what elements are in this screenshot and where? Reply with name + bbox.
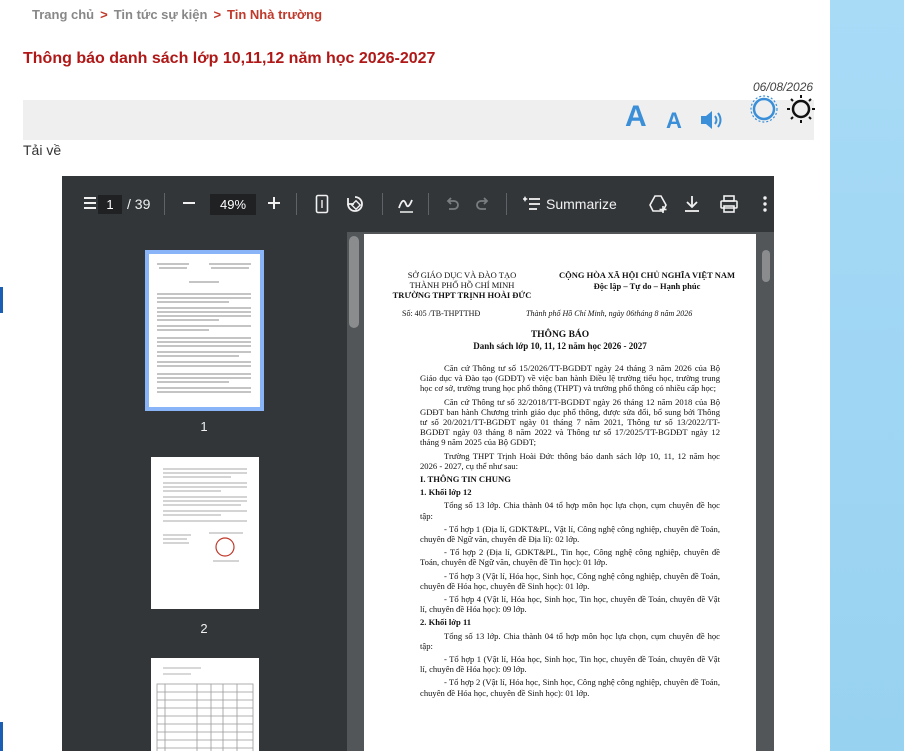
font-increase-button[interactable]: A: [625, 100, 647, 134]
left-edge-marker: [0, 722, 3, 751]
pdf-page: SỞ GIÁO DỤC VÀ ĐÀO TẠO THÀNH PHỐ HỒ CHÍ …: [364, 234, 756, 751]
summarize-button[interactable]: Summarize: [546, 196, 617, 212]
more-options-icon[interactable]: [762, 195, 768, 213]
document-subtitle: Danh sách lớp 10, 11, 12 năm học 2026 - …: [473, 341, 647, 351]
page-total: / 39: [127, 196, 151, 212]
paragraph: Tổng số 13 lớp. Chia thành 04 tổ hợp môn…: [420, 630, 720, 651]
list-item: - Tổ hợp 1 (Vật lí, Hóa học, Sinh học, T…: [420, 654, 720, 675]
nation-name: CỘNG HÒA XÃ HỘI CHỦ NGHĨA VIỆT NAM: [558, 270, 736, 280]
thumbnail-page-1[interactable]: [145, 250, 264, 411]
subsection-heading: 2. Khối lớp 11: [420, 617, 472, 628]
page-title: Thông báo danh sách lớp 10,11,12 năm học…: [23, 50, 436, 67]
draw-icon[interactable]: [397, 194, 415, 214]
left-edge-marker: [0, 287, 3, 313]
list-item: - Tổ hợp 2 (Vật lí, Hóa học, Sinh học, C…: [420, 677, 720, 698]
download-icon[interactable]: [684, 195, 700, 213]
thumbnail-label: 2: [200, 621, 208, 636]
breadcrumb-home[interactable]: Trang chủ: [32, 7, 94, 22]
pdf-toolbar: 1 / 39 49% Summarize: [62, 176, 774, 232]
document-number: Số: 405 /TB-THPTTHĐ: [402, 309, 481, 318]
toolbar-divider: [506, 193, 507, 215]
right-side-panel: [830, 0, 904, 751]
breadcrumb: Trang chủ > Tin tức sự kiện > Tin Nhà trường: [32, 7, 322, 22]
section-heading: I. THÔNG TIN CHUNG: [420, 474, 511, 485]
zoom-out-icon[interactable]: [182, 196, 196, 210]
school-name: TRƯỜNG THPT TRỊNH HOÀI ĐỨC: [392, 290, 532, 300]
national-header: CỘNG HÒA XÃ HỘI CHỦ NGHĨA VIỆT NAM Độc l…: [552, 270, 742, 292]
thumbnail-page-2[interactable]: [151, 457, 259, 609]
font-decrease-button[interactable]: A: [666, 108, 682, 134]
toolbar-divider: [296, 193, 297, 215]
document-body: Căn cứ Thông tư số 15/2026/TT-BGDĐT ngày…: [420, 363, 720, 701]
pdf-viewer: 1 / 39 49% Summarize 1 2 SỞ GIÁO DỤC VÀ …: [62, 176, 774, 751]
zoom-input[interactable]: 49%: [210, 194, 256, 215]
summarize-icon[interactable]: [523, 195, 541, 213]
document-place-date: Thành phố Hồ Chí Minh, ngày 06tháng 8 nă…: [526, 309, 693, 318]
thumbnail-scrollbar[interactable]: [349, 236, 359, 328]
thumbnail-label: 1: [200, 419, 208, 434]
breadcrumb-separator: >: [100, 7, 108, 22]
text-to-speech-icon[interactable]: [699, 109, 727, 136]
save-to-drive-icon[interactable]: [648, 194, 668, 214]
paragraph: Căn cứ Thông tư số 15/2026/TT-BGDĐT ngày…: [420, 363, 720, 394]
post-date: 06/08/2026: [753, 80, 814, 94]
document-scrollbar[interactable]: [762, 250, 770, 282]
download-label[interactable]: Tải về: [23, 142, 61, 158]
list-item: - Tổ hợp 4 (Vật lí, Hóa học, Sinh học, T…: [420, 594, 720, 615]
paragraph: Căn cứ Thông tư số 32/2018/TT-BGDĐT ngày…: [420, 396, 720, 448]
paragraph: Tổng số 13 lớp. Chia thành 04 tổ hợp môn…: [420, 500, 720, 521]
national-motto: Độc lập – Tự do – Hạnh phúc: [593, 281, 701, 291]
dark-mode-icon[interactable]: [786, 94, 816, 129]
redo-icon[interactable]: [475, 196, 491, 212]
thumbnail-page-3[interactable]: [151, 658, 259, 751]
toolbar-divider: [164, 193, 165, 215]
dept-line: THÀNH PHỐ HỒ CHÍ MINH: [409, 280, 515, 290]
breadcrumb-separator: >: [213, 7, 222, 22]
zoom-in-icon[interactable]: [267, 196, 281, 210]
document-title: THÔNG BÁO: [530, 330, 590, 340]
list-item: - Tổ hợp 2 (Địa lí, GDKT&PL, Tin học, Cô…: [420, 547, 720, 568]
fit-page-icon[interactable]: [315, 194, 329, 214]
paragraph: Trường THPT Trịnh Hoài Đức thông báo dan…: [420, 450, 720, 471]
list-item: - Tổ hợp 3 (Vật lí, Hóa học, Sinh học, C…: [420, 570, 720, 591]
menu-icon[interactable]: [82, 195, 98, 211]
light-mode-icon[interactable]: [749, 94, 779, 129]
print-icon[interactable]: [720, 195, 738, 213]
article-tools-bar: A A: [23, 95, 815, 140]
page-number-input[interactable]: 1: [98, 195, 122, 214]
toolbar-divider: [428, 193, 429, 215]
breadcrumb-current[interactable]: Tin Nhà trường: [227, 7, 322, 22]
list-item: - Tổ hợp 1 (Địa lí, GDKT&PL, Vật lí, Côn…: [420, 523, 720, 545]
undo-icon[interactable]: [444, 196, 460, 212]
breadcrumb-news[interactable]: Tin tức sự kiện: [114, 7, 208, 22]
toolbar-divider: [382, 193, 383, 215]
rotate-icon[interactable]: [345, 194, 365, 214]
issuing-authority: SỞ GIÁO DỤC VÀ ĐÀO TẠO THÀNH PHỐ HỒ CHÍ …: [382, 270, 542, 300]
dept-line: SỞ GIÁO DỤC VÀ ĐÀO TẠO: [407, 270, 517, 280]
subsection-heading: 1. Khối lớp 12: [420, 487, 472, 498]
